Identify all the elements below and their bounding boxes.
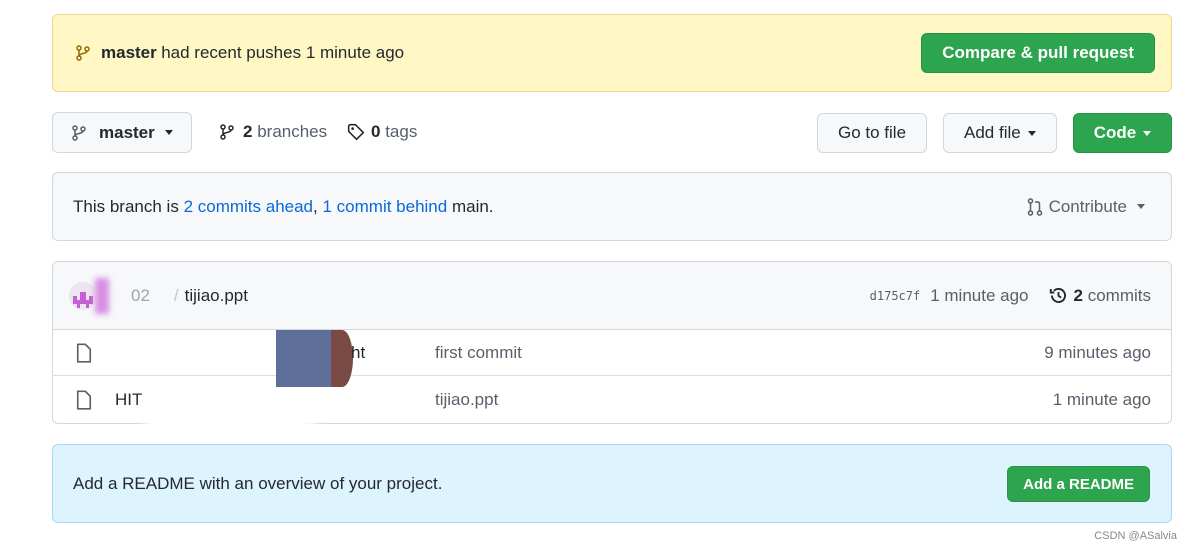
tag-icon (347, 123, 365, 141)
history-icon (1049, 286, 1068, 305)
compare-pull-request-button[interactable]: Compare & pull request (921, 33, 1155, 73)
avatar[interactable] (69, 281, 97, 310)
contribute-label: Contribute (1048, 196, 1127, 216)
code-label: Code (1093, 123, 1137, 142)
commits-behind-link[interactable]: 1 commit behind (322, 197, 447, 217)
redaction-smudge (95, 277, 109, 314)
caret-down-icon (1027, 130, 1036, 136)
commit-sha[interactable]: d175c7f (870, 289, 921, 303)
redaction-overlay (145, 400, 315, 440)
readme-banner: Add a README with an overview of your pr… (52, 444, 1172, 523)
code-button[interactable]: Code (1073, 113, 1172, 153)
readme-prompt: Add a README with an overview of your pr… (73, 473, 443, 493)
contribute-button[interactable]: Contribute (1027, 197, 1145, 217)
branches-label: branches (257, 122, 328, 141)
push-branch-name[interactable]: master (101, 43, 157, 63)
file-name-link[interactable]: ht (351, 343, 365, 363)
add-file-label: Add file (964, 123, 1021, 142)
branch-icon (71, 124, 87, 141)
latest-commit-row: 02 / tijiao.ppt d175c7f 1 minute ago 2 c… (53, 262, 1171, 330)
branch-icon (75, 45, 91, 61)
branch-name: master (99, 122, 155, 142)
commits-count: 2 (1073, 285, 1083, 305)
caret-down-icon (164, 130, 173, 135)
file-row[interactable]: ht first commit 9 minutes ago (53, 330, 1171, 387)
branch-status-bar: This branch is 2 commits ahead, 1 commit… (52, 172, 1172, 241)
separator: , (313, 196, 318, 216)
push-message: had recent pushes 1 minute ago (161, 43, 405, 62)
file-time: 1 minute ago (1052, 389, 1151, 409)
file-commit-link[interactable]: tijiao.ppt (435, 390, 498, 410)
branch-icon (219, 124, 235, 140)
file-commit-link[interactable]: first commit (435, 343, 522, 363)
go-to-file-button[interactable]: Go to file (817, 113, 928, 153)
recent-push-banner: master had recent pushes 1 minute ago Co… (52, 14, 1172, 92)
commits-label: commits (1087, 285, 1151, 305)
pull-request-icon (1027, 197, 1043, 216)
commit-slash: / (173, 285, 179, 305)
file-name-link[interactable]: HIT (115, 390, 142, 410)
tags-label: tags (385, 122, 418, 141)
caret-down-icon (1137, 204, 1145, 209)
commits-history-link[interactable]: 2 commits (1049, 286, 1151, 306)
branch-select-button[interactable]: master (52, 112, 192, 153)
tags-count: 0 (371, 122, 381, 141)
commits-ahead-link[interactable]: 2 commits ahead (184, 197, 313, 217)
branch-status-suffix: main. (451, 196, 494, 216)
commit-time: 1 minute ago (930, 285, 1029, 305)
commit-message-fragment: 02 (131, 285, 150, 305)
file-icon (75, 389, 93, 410)
branch-status-prefix: This branch is (73, 196, 179, 216)
commit-message-link[interactable]: tijiao.ppt (185, 286, 248, 306)
file-time: 9 minutes ago (1044, 342, 1151, 362)
watermark: CSDN @ASalvia (1094, 530, 1177, 542)
caret-down-icon (1143, 130, 1152, 136)
add-file-button[interactable]: Add file (943, 113, 1057, 153)
branches-link[interactable]: 2 branches (219, 122, 327, 142)
add-readme-button[interactable]: Add a README (1007, 466, 1150, 502)
file-icon (75, 342, 93, 363)
tags-link[interactable]: 0 tags (347, 122, 417, 142)
branches-count: 2 (243, 122, 253, 141)
